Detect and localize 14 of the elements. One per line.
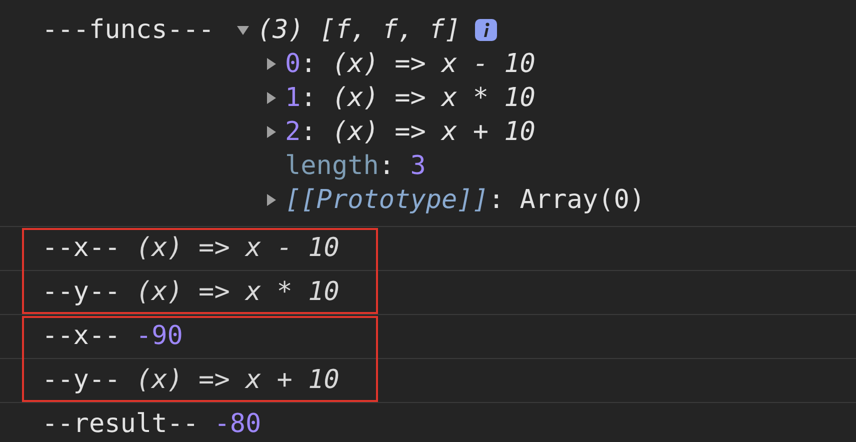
collapsed-arrow-icon[interactable] bbox=[265, 91, 277, 105]
log-message: --y-- (x) => x * 10 bbox=[42, 276, 340, 309]
collapsed-arrow-icon[interactable] bbox=[265, 193, 277, 207]
log-message: --x-- -90 bbox=[42, 320, 183, 353]
log-label: ---funcs--- bbox=[42, 14, 216, 47]
log-message: --x-- (x) => x - 10 bbox=[42, 232, 340, 265]
collapsed-arrow-icon[interactable] bbox=[265, 57, 277, 71]
prototype-property[interactable]: [[Prototype]]: Array(0) bbox=[285, 180, 646, 220]
length-property: length: 3 bbox=[285, 150, 426, 182]
log-message: --y-- (x) => x + 10 bbox=[42, 364, 340, 397]
collapsed-arrow-icon[interactable] bbox=[265, 125, 277, 139]
log-message: --result-- -80 bbox=[42, 408, 262, 441]
info-icon[interactable] bbox=[474, 19, 496, 41]
expanded-arrow-icon[interactable] bbox=[237, 23, 249, 37]
